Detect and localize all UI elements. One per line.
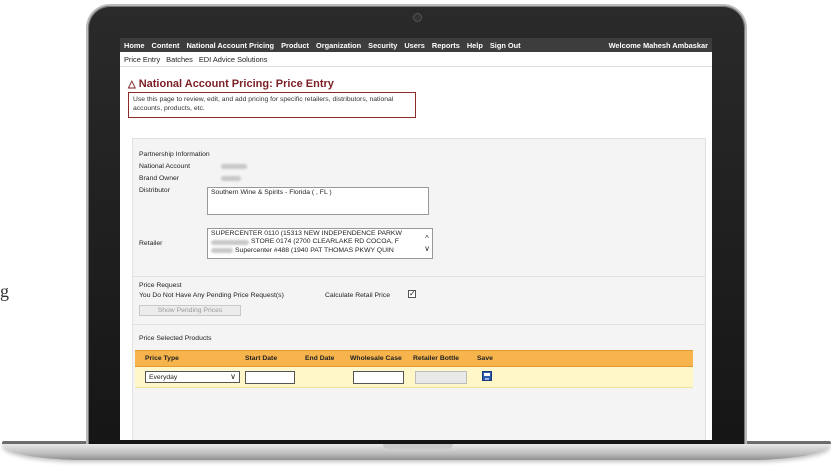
- save-icon[interactable]: [482, 371, 492, 381]
- start-date-input[interactable]: [245, 371, 295, 384]
- nav-content[interactable]: Content: [152, 41, 180, 50]
- nav-reports[interactable]: Reports: [432, 41, 460, 50]
- top-navigation: Home Content National Account Pricing Pr…: [120, 38, 712, 52]
- col-start-date: Start Date: [245, 355, 278, 362]
- col-wholesale-case: Wholesale Case: [350, 355, 402, 362]
- subnav-edi-advice-solutions[interactable]: EDI Advice Solutions: [199, 55, 268, 64]
- distributor-field[interactable]: Southern Wine & Spirits - Florida ( , FL…: [207, 187, 429, 215]
- app-screen: Home Content National Account Pricing Pr…: [120, 38, 712, 440]
- col-retailer-bottle: Retailer Bottle: [413, 355, 460, 362]
- price-request-heading: Price Request: [139, 282, 182, 289]
- national-account-label: National Account: [139, 163, 191, 170]
- section-divider: [133, 324, 705, 325]
- welcome-user: Welcome Mahesh Ambaskar: [608, 40, 708, 50]
- laptop-base: [2, 444, 831, 460]
- brand-owner-value-redacted: [221, 176, 241, 181]
- price-entry-panel: Partnership Information National Account…: [132, 138, 706, 440]
- price-grid-header: Price Type Start Date End Date Wholesale…: [135, 350, 693, 367]
- pending-requests-text: You Do Not Have Any Pending Price Reques…: [139, 292, 284, 299]
- brand-owner-label: Brand Owner: [139, 175, 180, 182]
- subnav-batches[interactable]: Batches: [166, 55, 193, 64]
- retailer-label: Retailer: [139, 240, 163, 247]
- col-price-type: Price Type: [145, 355, 179, 362]
- partial-edge-text: g: [0, 281, 9, 301]
- distributor-label: Distributor: [139, 187, 170, 194]
- retailer-option[interactable]: Supercenter #488 (1940 PAT THOMAS PKWY Q…: [211, 247, 429, 255]
- col-end-date: End Date: [305, 355, 335, 362]
- retailer-listbox[interactable]: SUPERCENTER 0110 (15313 NEW INDEPENDENCE…: [207, 228, 433, 259]
- page-title-text: National Account Pricing: Price Entry: [138, 78, 334, 90]
- calculate-retail-label: Calculate Retail Price: [325, 292, 390, 299]
- retailer-name-redacted: [211, 239, 249, 245]
- retailer-option[interactable]: STORE 0174 (2700 CLEARLAKE RD COCOA, F: [211, 238, 429, 246]
- nav-users[interactable]: Users: [404, 41, 425, 50]
- col-save: Save: [477, 355, 493, 362]
- retailer-option[interactable]: SUPERCENTER 0110 (15313 NEW INDEPENDENCE…: [211, 230, 429, 238]
- subnav-price-entry[interactable]: Price Entry: [124, 55, 160, 64]
- price-grid-row: Everyday ∨: [135, 367, 693, 388]
- nav-home[interactable]: Home: [124, 41, 145, 50]
- section-divider: [133, 276, 705, 277]
- retailer-name-redacted: [211, 248, 233, 254]
- page-description: Use this page to review, edit, and add p…: [128, 92, 416, 118]
- nav-help[interactable]: Help: [467, 41, 483, 50]
- sub-navigation: Price Entry Batches EDI Advice Solutions: [120, 52, 712, 67]
- national-account-value-redacted: [221, 164, 247, 169]
- scroll-down-icon[interactable]: ∨: [423, 245, 431, 253]
- nav-national-account-pricing[interactable]: National Account Pricing: [186, 41, 274, 50]
- nav-security[interactable]: Security: [368, 41, 397, 50]
- price-type-select[interactable]: Everyday ∨: [145, 371, 240, 383]
- collapse-chevrons-icon[interactable]: △: [128, 79, 136, 90]
- wholesale-case-input[interactable]: [353, 371, 404, 384]
- chevron-down-icon: ∨: [230, 372, 236, 381]
- retailer-bottle-input: [415, 371, 467, 384]
- retailer-option-text: STORE 0174 (2700 CLEARLAKE RD COCOA, F: [251, 238, 399, 246]
- page-title: △ National Account Pricing: Price Entry: [128, 78, 334, 90]
- calculate-retail-checkbox[interactable]: ✓: [408, 290, 416, 298]
- retailer-option-text: Supercenter #488 (1940 PAT THOMAS PKWY Q…: [235, 246, 394, 254]
- webcam-icon: [414, 14, 421, 21]
- scroll-up-icon[interactable]: ^: [423, 235, 431, 243]
- nav-organization[interactable]: Organization: [316, 41, 361, 50]
- price-selected-heading: Price Selected Products: [139, 335, 212, 342]
- price-type-value: Everyday: [149, 373, 178, 381]
- partnership-heading: Partnership Information: [139, 151, 210, 158]
- laptop-notch: [383, 444, 453, 449]
- show-pending-prices-button[interactable]: Show Pending Prices: [139, 305, 241, 316]
- nav-product[interactable]: Product: [281, 41, 309, 50]
- nav-sign-out[interactable]: Sign Out: [490, 41, 521, 50]
